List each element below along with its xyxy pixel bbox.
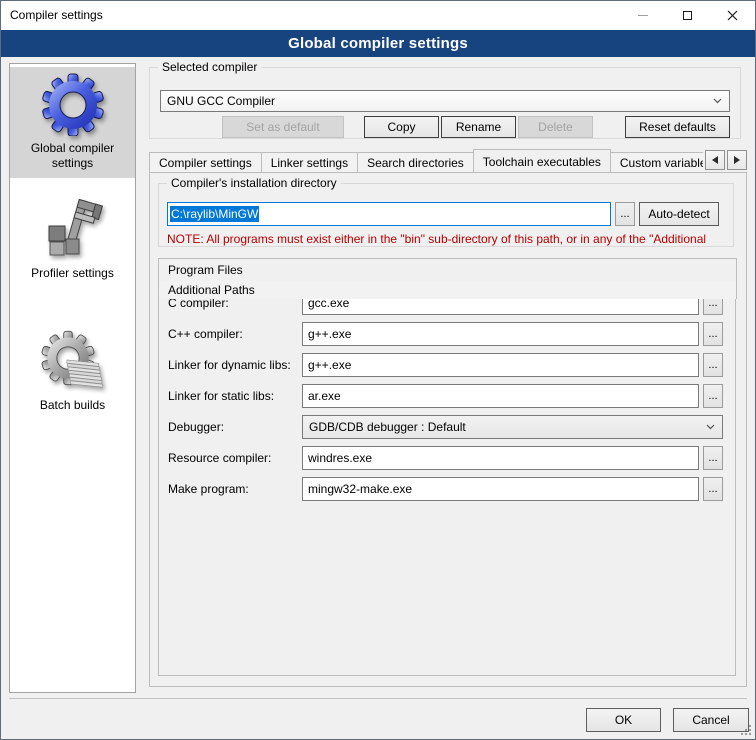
sidebar-item-label: Global compiler settings: [16, 141, 129, 171]
tab-compiler-settings[interactable]: Compiler settings: [149, 152, 262, 172]
sidebar-item-label: Batch builds: [16, 398, 129, 413]
browse-linker-static-button[interactable]: ...: [703, 384, 723, 408]
debugger-row: Debugger: GDB/CDB debugger : Default: [168, 415, 723, 439]
maximize-icon: [683, 11, 692, 20]
browse-make-program-button[interactable]: ...: [703, 477, 723, 501]
compiler-select[interactable]: GNU GCC Compiler: [160, 90, 730, 112]
sidebar-item-profiler-settings[interactable]: Profiler settings: [10, 192, 135, 288]
batch-builds-icon: [41, 329, 105, 393]
field-label: Resource compiler:: [168, 451, 302, 465]
subtab-program-files[interactable]: Program Files: [158, 258, 737, 281]
tab-search-directories[interactable]: Search directories: [357, 152, 474, 172]
toolchain-subtabbar: Program Files Additional Paths: [158, 258, 736, 281]
window-title: Compiler settings: [10, 1, 103, 30]
caption-buttons: [620, 1, 755, 30]
browse-linker-dynamic-button[interactable]: ...: [703, 353, 723, 377]
field-label: Make program:: [168, 482, 302, 496]
tab-custom-variables[interactable]: Custom variables: [610, 152, 703, 172]
blue-gear-icon: [41, 72, 105, 136]
category-list: Global compiler settings Profiler settin…: [9, 63, 136, 693]
tab-toolchain-executables[interactable]: Toolchain executables: [473, 149, 611, 172]
ok-button[interactable]: OK: [586, 708, 661, 732]
linker-static-input[interactable]: [302, 384, 699, 408]
minimize-icon: [638, 15, 648, 16]
installation-directory-group-label: Compiler's installation directory: [167, 176, 341, 190]
cpp-compiler-row: C++ compiler: ...: [168, 322, 723, 346]
dialog-header-title: Global compiler settings: [288, 35, 468, 52]
cancel-button[interactable]: Cancel: [673, 708, 749, 732]
make-program-row: Make program: ...: [168, 477, 723, 501]
browse-directory-button[interactable]: ...: [615, 202, 635, 226]
browse-cpp-compiler-button[interactable]: ...: [703, 322, 723, 346]
field-label: Linker for dynamic libs:: [168, 358, 302, 372]
debugger-select-value: GDB/CDB debugger : Default: [309, 420, 466, 434]
resource-compiler-row: Resource compiler: ...: [168, 446, 723, 470]
close-icon: [727, 10, 738, 21]
installation-directory-group: Compiler's installation directory C:\ray…: [158, 183, 734, 247]
set-as-default-button[interactable]: Set as default: [222, 116, 344, 138]
compiler-select-value: GNU GCC Compiler: [167, 94, 275, 108]
linker-dynamic-row: Linker for dynamic libs: ...: [168, 353, 723, 377]
sidebar-item-label: Profiler settings: [16, 266, 129, 281]
chevron-down-icon: [713, 98, 722, 104]
selected-compiler-group-label: Selected compiler: [158, 60, 261, 74]
footer-divider: [9, 698, 747, 699]
subtab-additional-paths[interactable]: Additional Paths: [158, 280, 737, 299]
resource-compiler-input[interactable]: [302, 446, 699, 470]
close-button[interactable]: [710, 1, 755, 30]
make-program-input[interactable]: [302, 477, 699, 501]
auto-detect-button[interactable]: Auto-detect: [639, 202, 719, 226]
rename-button[interactable]: Rename: [441, 116, 516, 138]
titlebar: Compiler settings: [1, 1, 755, 30]
sidebar-item-batch-builds[interactable]: Batch builds: [10, 324, 135, 420]
dialog-header: Global compiler settings: [1, 30, 755, 57]
linker-dynamic-input[interactable]: [302, 353, 699, 377]
reset-defaults-button[interactable]: Reset defaults: [625, 116, 730, 138]
settings-tabbar: Compiler settings Linker settings Search…: [149, 148, 747, 172]
field-label: Debugger:: [168, 420, 302, 434]
program-files-page: C compiler: ... C++ compiler: ... Linker…: [158, 281, 736, 676]
toolchain-executables-page: Compiler's installation directory C:\ray…: [149, 172, 747, 687]
delete-button[interactable]: Delete: [518, 116, 593, 138]
chevron-down-icon: [706, 424, 715, 430]
tab-scroll-buttons: [703, 150, 747, 170]
sidebar-item-global-compiler-settings[interactable]: Global compiler settings: [10, 67, 135, 178]
resize-grip[interactable]: [741, 725, 752, 736]
field-label: C++ compiler:: [168, 327, 302, 341]
tab-scroll-right-button[interactable]: [727, 150, 747, 170]
left-arrow-icon: [712, 156, 718, 164]
maximize-button[interactable]: [665, 1, 710, 30]
installation-note-text: NOTE: All programs must exist either in …: [167, 232, 732, 246]
copy-button[interactable]: Copy: [364, 116, 439, 138]
cpp-compiler-input[interactable]: [302, 322, 699, 346]
minimize-button[interactable]: [620, 1, 665, 30]
tabs-strip: Compiler settings Linker settings Search…: [149, 148, 703, 172]
debugger-select[interactable]: GDB/CDB debugger : Default: [302, 415, 723, 439]
tab-linker-settings[interactable]: Linker settings: [261, 152, 358, 172]
selected-compiler-group: Selected compiler GNU GCC Compiler Set a…: [149, 67, 741, 139]
tab-scroll-left-button[interactable]: [705, 150, 725, 170]
compiler-settings-window: Compiler settings Global compiler settin…: [0, 0, 756, 740]
installation-directory-row: C:\raylib\MinGW ... Auto-detect: [167, 202, 719, 226]
linker-static-row: Linker for static libs: ...: [168, 384, 723, 408]
compiler-actions: Set as default Copy Rename Delete Reset …: [160, 116, 730, 138]
installation-directory-input[interactable]: C:\raylib\MinGW: [167, 202, 611, 226]
field-label: Linker for static libs:: [168, 389, 302, 403]
caliper-icon: [41, 197, 105, 261]
installation-directory-value: C:\raylib\MinGW: [170, 206, 259, 222]
right-arrow-icon: [734, 156, 740, 164]
browse-resource-compiler-button[interactable]: ...: [703, 446, 723, 470]
